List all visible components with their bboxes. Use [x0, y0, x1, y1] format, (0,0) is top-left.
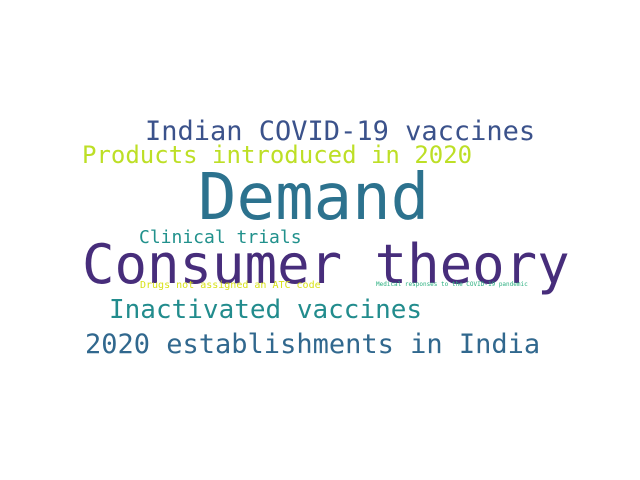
word-medical-responses-covid: Medical responses to the COVID-19 pandem…	[376, 281, 528, 288]
word-demand: Demand	[198, 161, 430, 235]
word-drugs-not-assigned-atc: Drugs not assigned an ATC code	[140, 280, 321, 291]
word-inactivated-vaccines: Inactivated vaccines	[109, 295, 423, 325]
word-2020-establishments-india: 2020 establishments in India	[85, 329, 541, 360]
word-clinical-trials: Clinical trials	[139, 227, 302, 248]
word-cloud: Demand Consumer theory Indian COVID-19 v…	[0, 0, 640, 480]
word-products-introduced-2020: Products introduced in 2020	[82, 141, 473, 169]
